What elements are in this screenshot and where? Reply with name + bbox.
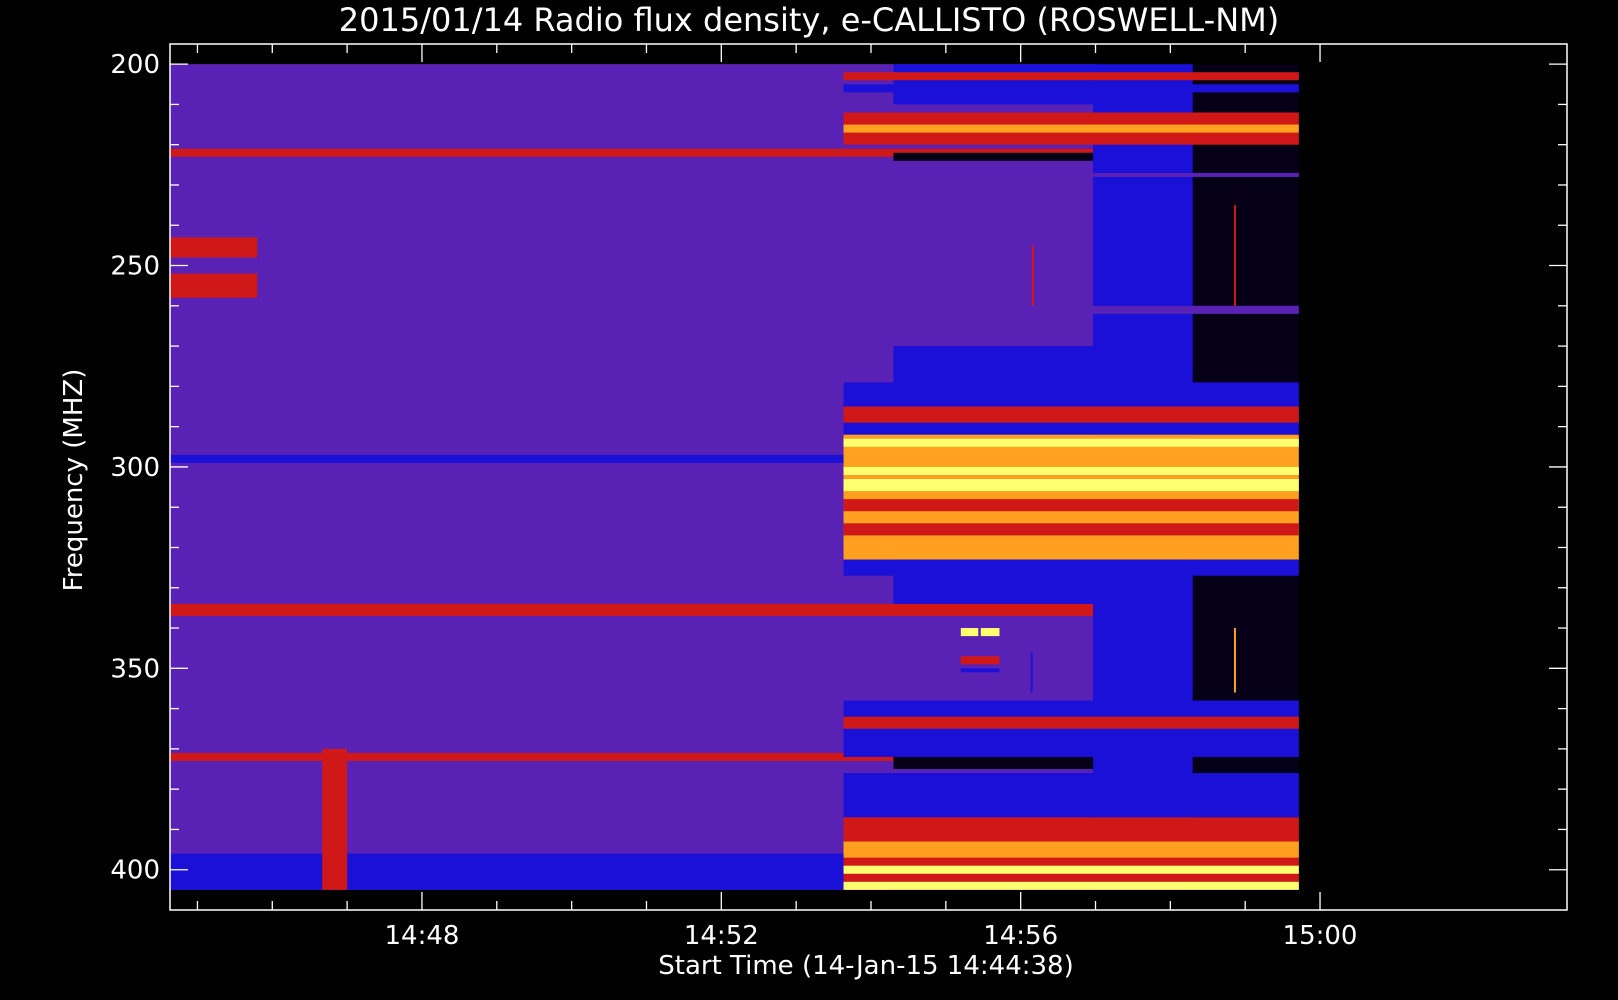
heatmap-band — [980, 628, 1000, 637]
heatmap-band — [843, 865, 1299, 874]
heatmap-spike — [1233, 205, 1236, 306]
heatmap-band — [893, 152, 1094, 161]
heatmap-band — [960, 628, 979, 637]
heatmap-band — [843, 124, 1299, 133]
heatmap-band — [843, 172, 1299, 177]
y-tick-label: 350 — [110, 654, 160, 684]
heatmap-band — [843, 434, 1299, 560]
y-tick-label: 200 — [110, 50, 160, 80]
spectrogram-chart: 2015/01/14 Radio flux density, e-CALLIST… — [0, 0, 1618, 1000]
heatmap-band — [843, 559, 1299, 576]
heatmap-band — [843, 773, 1299, 818]
y-tick-label: 400 — [110, 856, 160, 886]
heatmap-band — [843, 466, 1299, 475]
heatmap-band — [960, 668, 1000, 673]
spectrogram-heatmap — [170, 64, 1299, 890]
heatmap-band — [924, 305, 1299, 314]
x-tick-label: 14:52 — [684, 921, 759, 951]
heatmap-band — [893, 346, 1094, 387]
heatmap-band — [843, 881, 1299, 890]
x-axis-label: Start Time (14-Jan-15 14:44:38) — [658, 951, 1073, 981]
heatmap-band — [843, 499, 1299, 512]
x-tick-label: 14:56 — [983, 921, 1058, 951]
heatmap-band — [170, 273, 258, 298]
heatmap-band — [170, 237, 258, 258]
heatmap-band — [170, 603, 1094, 616]
heatmap-band — [843, 716, 1299, 729]
x-tick-label: 15:00 — [1283, 921, 1358, 951]
heatmap-band — [843, 72, 1299, 81]
heatmap-band — [843, 841, 1299, 858]
y-tick-label: 250 — [110, 252, 160, 282]
heatmap-band — [843, 438, 1299, 447]
heatmap-spike — [1233, 628, 1236, 693]
heatmap-spike — [1190, 245, 1193, 306]
heatmap-band — [843, 84, 1299, 93]
heatmap-spike — [1177, 265, 1180, 290]
heatmap-band — [843, 406, 1299, 423]
heatmap-spike — [1030, 652, 1033, 693]
heatmap-band — [960, 656, 1000, 665]
heatmap-band — [843, 479, 1299, 492]
chart-title: 2015/01/14 Radio flux density, e-CALLIST… — [339, 1, 1279, 39]
heatmap-spike — [1031, 245, 1034, 306]
heatmap-band — [322, 748, 348, 890]
y-tick-label: 300 — [110, 453, 160, 483]
heatmap-band — [843, 523, 1299, 536]
y-axis-label: Frequency (MHZ) — [59, 369, 89, 592]
x-tick-label: 14:48 — [384, 921, 459, 951]
